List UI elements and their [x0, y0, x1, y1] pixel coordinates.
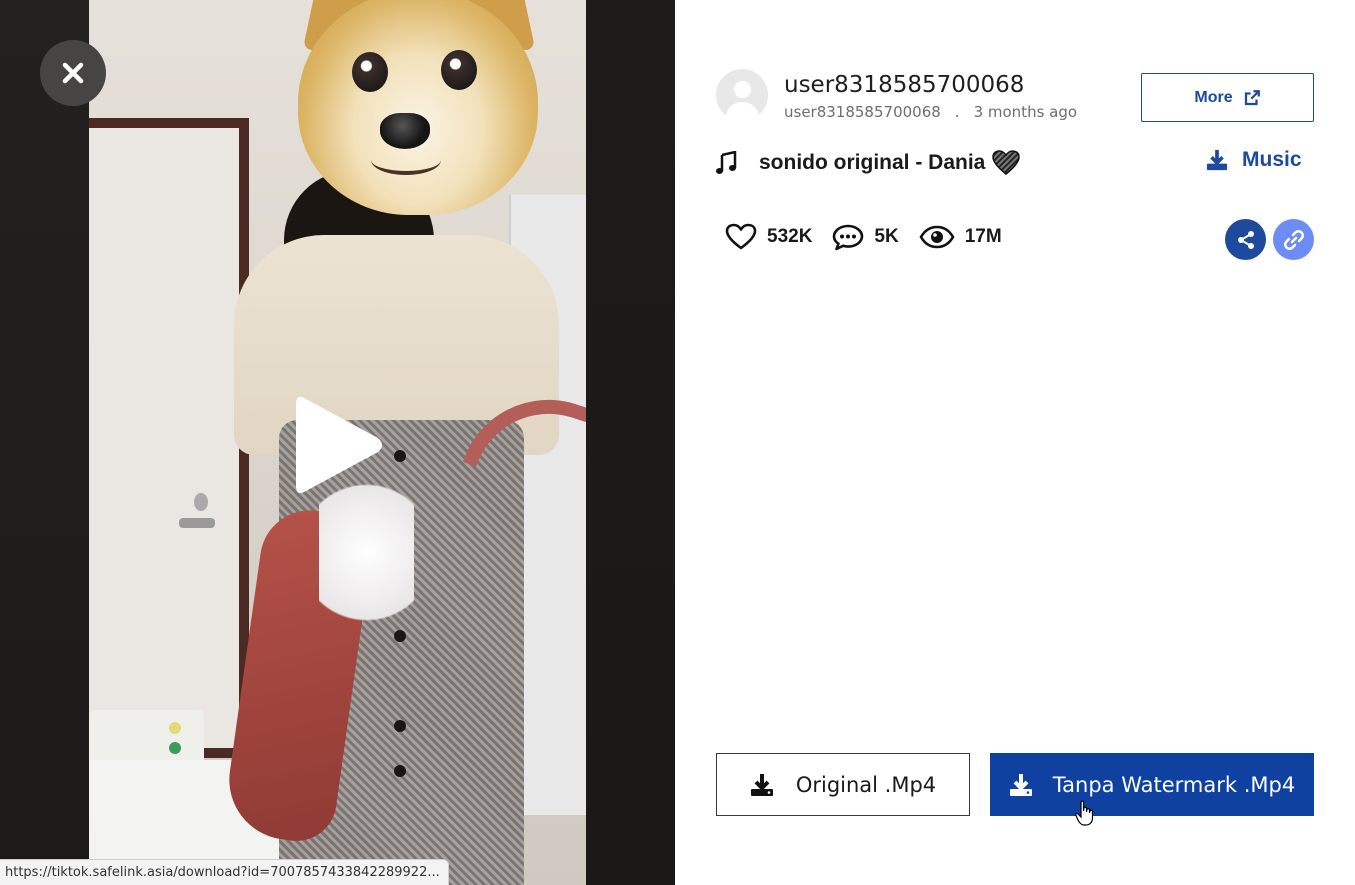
views-count: 17M — [964, 226, 1002, 247]
music-download-label: Music — [1242, 148, 1302, 171]
download-icon — [750, 773, 773, 796]
link-icon — [1283, 229, 1304, 250]
avatar[interactable] — [716, 69, 768, 121]
stats-row: 532K 5K 17M — [725, 223, 1022, 251]
post-time: 3 months ago — [973, 103, 1078, 121]
download-icon — [1009, 773, 1032, 796]
eye-icon — [919, 225, 955, 249]
external-link-icon — [1244, 89, 1260, 105]
comment-icon — [833, 224, 864, 251]
play-icon[interactable] — [290, 390, 390, 500]
dog-face-filter — [298, 0, 538, 215]
download-original-button[interactable]: Original .Mp4 — [716, 753, 970, 816]
dog-eye-right — [441, 50, 477, 90]
black-heart-icon — [992, 150, 1021, 175]
door-graphic — [89, 118, 249, 758]
likes-stat: 532K — [725, 223, 812, 251]
comments-count: 5K — [874, 226, 899, 247]
more-button-label: More — [1194, 88, 1233, 106]
music-row: sonido original - Dania — [715, 150, 1021, 176]
video-letterbox-right — [586, 0, 675, 885]
share-icon — [1237, 230, 1254, 249]
author-display-name[interactable]: user8318585700068 — [784, 72, 1024, 98]
music-note-icon — [716, 151, 737, 174]
dog-mouth — [371, 145, 441, 175]
music-title: sonido original - Dania — [759, 151, 986, 174]
author-handle[interactable]: user8318585700068 — [784, 103, 941, 121]
hand-cursor-icon — [1075, 800, 1094, 826]
download-no-watermark-label: Tanpa Watermark .Mp4 — [1052, 772, 1296, 797]
author-subline: user8318585700068. 3 months ago — [784, 103, 1077, 121]
heart-icon — [725, 223, 757, 250]
comments-stat: 5K — [832, 223, 899, 251]
more-button[interactable]: More — [1141, 73, 1314, 122]
video-letterbox-left — [0, 0, 89, 885]
share-button[interactable] — [1225, 219, 1266, 260]
subline-separator: . — [954, 103, 960, 121]
download-no-watermark-button[interactable]: Tanpa Watermark .Mp4 — [990, 753, 1314, 816]
status-bar-url: https://tiktok.safelink.asia/download?id… — [0, 859, 449, 885]
likes-count: 532K — [767, 226, 813, 247]
video-info-panel: user8318585700068 user8318585700068. 3 mo… — [675, 0, 1355, 885]
dog-nose — [380, 113, 430, 149]
app-root: https://tiktok.safelink.asia/download?id… — [0, 0, 1355, 885]
copy-link-button[interactable] — [1273, 219, 1314, 260]
music-download-button[interactable]: Music — [1206, 148, 1302, 172]
download-icon — [1206, 149, 1228, 171]
video-panel — [0, 0, 675, 885]
download-original-label: Original .Mp4 — [795, 772, 937, 797]
close-icon — [62, 62, 84, 84]
dog-eye-left — [352, 52, 388, 92]
close-button[interactable] — [40, 40, 106, 106]
views-stat: 17M — [919, 224, 1002, 250]
